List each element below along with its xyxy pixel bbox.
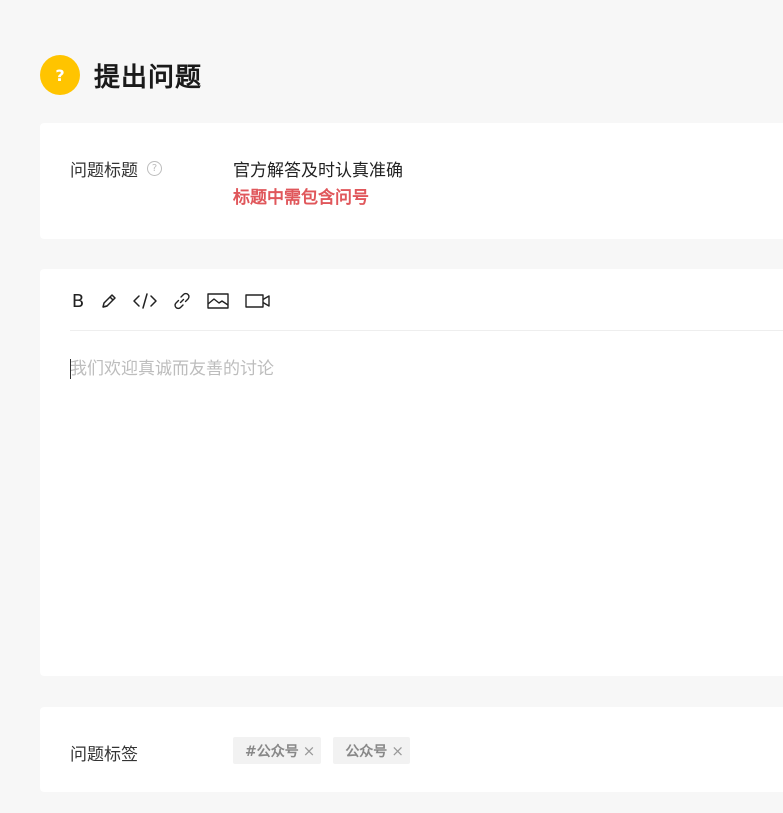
question-body-editor[interactable]: 我们欢迎真诚而友善的讨论 [70,357,780,656]
question-title-input[interactable]: 官方解答及时认真准确 [233,156,403,181]
pen-icon [102,294,116,308]
question-title-label: 问题标题 ? [70,156,162,181]
image-icon [207,293,229,309]
editor-toolbar: B [70,289,272,313]
code-icon [133,293,157,309]
highlight-button[interactable] [100,289,118,313]
toolbar-divider [70,330,783,331]
page-header: ? 提出问题 [40,55,202,95]
editor-placeholder: 我们欢迎真诚而友善的讨论 [70,359,274,379]
page-title: 提出问题 [94,62,203,93]
video-button[interactable] [244,289,272,313]
tag-chip[interactable]: 公众号 × [333,737,410,764]
tag-list: #公众号 × 公众号 × [233,737,410,764]
text-caret [70,359,71,379]
link-icon [174,292,190,310]
question-editor-card: B 我们欢迎真诚而友善的讨论 [40,269,783,676]
question-title-label-text: 问题标题 [70,161,138,181]
code-button[interactable] [132,289,158,313]
bold-button[interactable]: B [70,289,86,313]
question-title-hint: 标题中需包含问号 [233,188,369,208]
tag-chip[interactable]: #公众号 × [233,737,322,764]
image-button[interactable] [206,289,230,313]
remove-tag-icon[interactable]: × [303,742,316,760]
ask-question-page: ? 提出问题 问题标题 ? 官方解答及时认真准确 标题中需包含问号 B 我们欢迎… [0,0,783,813]
tag-text: #公众号 [245,743,299,760]
question-tags-label: 问题标签 [70,745,138,765]
link-button[interactable] [172,289,192,313]
question-title-card: 问题标题 ? 官方解答及时认真准确 标题中需包含问号 [40,123,783,239]
remove-tag-icon[interactable]: × [391,742,404,760]
help-icon[interactable]: ? [147,161,162,176]
tag-text: 公众号 [345,743,388,760]
video-icon [245,294,270,308]
question-badge-icon: ? [40,55,80,95]
question-tags-card: 问题标签 #公众号 × 公众号 × [40,707,783,792]
